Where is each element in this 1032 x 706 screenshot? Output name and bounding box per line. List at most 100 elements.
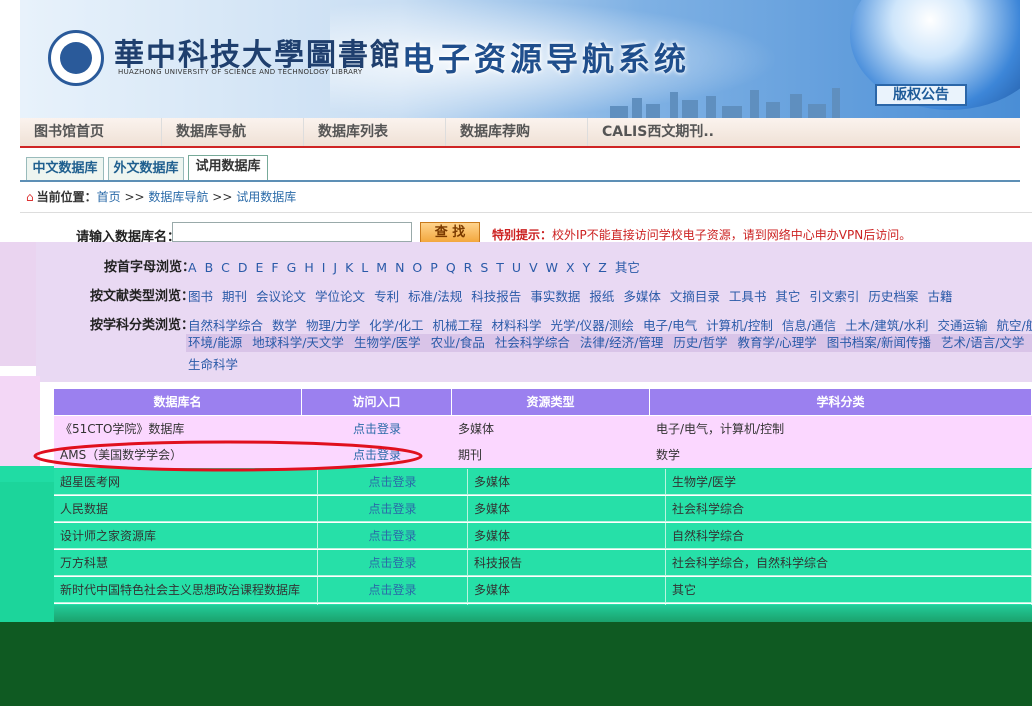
type-link-12[interactable]: 其它	[775, 289, 800, 304]
alpha-link-20[interactable]: U	[512, 260, 521, 275]
type-link-10[interactable]: 文摘目录	[670, 289, 720, 304]
db-name-cell[interactable]: 人民数据	[54, 496, 318, 522]
tab-foreign-databases[interactable]: 外文数据库	[108, 157, 184, 181]
db-name-cell[interactable]: 设计师之家资源库	[54, 523, 318, 549]
db-name-cell[interactable]: 万方科慧	[54, 550, 318, 576]
type-link-11[interactable]: 工具书	[729, 289, 767, 304]
subject-link-2[interactable]: 物理/力学	[306, 318, 360, 333]
resource-type-cell: 多媒体	[468, 469, 666, 495]
left-decoration-green	[0, 482, 54, 622]
subject-link-b-9[interactable]: 艺术/语言/文学	[941, 335, 1024, 350]
subject-links-row3: 生命科学	[188, 354, 247, 373]
alpha-link-4[interactable]: E	[256, 260, 264, 275]
alpha-link-1[interactable]: B	[205, 260, 214, 275]
subject-link-9[interactable]: 信息/通信	[782, 318, 836, 333]
subject-link-3[interactable]: 化学/化工	[369, 318, 423, 333]
alpha-link-19[interactable]: T	[496, 260, 504, 275]
db-name-cell[interactable]: 新时代中国特色社会主义思想政治课程数据库	[54, 577, 318, 603]
alpha-link-21[interactable]: V	[529, 260, 538, 275]
subject-link-7[interactable]: 电子/电气	[643, 318, 697, 333]
subject-cell: 数学	[656, 448, 681, 462]
type-link-3[interactable]: 学位论文	[315, 289, 365, 304]
alpha-link-14[interactable]: O	[412, 260, 422, 275]
access-link[interactable]: 点击登录	[318, 550, 468, 576]
nav-database-recommend[interactable]: 数据库荐购	[446, 118, 588, 146]
type-link-14[interactable]: 历史档案	[868, 289, 918, 304]
subject-link-b-1[interactable]: 地球科学/天文学	[252, 335, 344, 350]
type-link-1[interactable]: 期刊	[222, 289, 247, 304]
subject-link-5[interactable]: 材料科学	[491, 318, 541, 333]
database-search-input[interactable]	[172, 222, 412, 242]
header-banner: 華中科技大學圖書館 HUAZHONG UNIVERSITY OF SCIENCE…	[20, 0, 1020, 118]
nav-library-home[interactable]: 图书馆首页	[20, 118, 162, 146]
type-link-5[interactable]: 标准/法规	[408, 289, 462, 304]
subject-link-b-2[interactable]: 生物学/医学	[354, 335, 421, 350]
breadcrumb-db-nav[interactable]: 数据库导航	[148, 190, 208, 204]
type-link-8[interactable]: 报纸	[589, 289, 614, 304]
alpha-link-2[interactable]: C	[221, 260, 230, 275]
subject-link-b-0[interactable]: 环境/能源	[188, 335, 242, 350]
subject-link-8[interactable]: 计算机/控制	[706, 318, 773, 333]
subject-link-4[interactable]: 机械工程	[432, 318, 482, 333]
type-link-15[interactable]: 古籍	[927, 289, 952, 304]
subject-link-0[interactable]: 自然科学综合	[188, 318, 263, 333]
nav-calis-journals[interactable]: CALIS西文期刊..	[588, 118, 788, 146]
alpha-link-8[interactable]: I	[322, 260, 326, 275]
nav-database-list[interactable]: 数据库列表	[304, 118, 446, 146]
type-link-2[interactable]: 会议论文	[256, 289, 306, 304]
tab-chinese-databases[interactable]: 中文数据库	[26, 157, 104, 181]
type-link-9[interactable]: 多媒体	[623, 289, 661, 304]
alpha-link-7[interactable]: H	[304, 260, 313, 275]
breadcrumb-trial[interactable]: 试用数据库	[236, 190, 296, 204]
alpha-link-12[interactable]: M	[376, 260, 387, 275]
alpha-links: A B C D E F G H I J K L M N O P Q R S T U V W X Y Z 其它	[188, 257, 648, 276]
copyright-notice-button[interactable]: 版权公告	[875, 84, 967, 106]
subject-link-1[interactable]: 数学	[272, 318, 297, 333]
subject-link-b-8[interactable]: 图书档案/新闻传播	[827, 335, 931, 350]
alpha-link-23[interactable]: X	[566, 260, 575, 275]
alpha-link-3[interactable]: D	[238, 260, 248, 275]
alpha-link-15[interactable]: P	[430, 260, 438, 275]
subject-link-b-3[interactable]: 农业/食品	[431, 335, 485, 350]
alpha-link-25[interactable]: Z	[598, 260, 607, 275]
breadcrumb: ⌂ 当前位置：首页 >> 数据库导航 >> 试用数据库	[26, 188, 296, 206]
alpha-link-11[interactable]: L	[361, 260, 368, 275]
subject-link-b-7[interactable]: 教育学/心理学	[738, 335, 817, 350]
subject-link-c-0[interactable]: 生命科学	[188, 357, 238, 372]
search-button[interactable]: 查 找	[420, 222, 480, 244]
subject-link-b-5[interactable]: 法律/经济/管理	[580, 335, 663, 350]
subject-link-b-6[interactable]: 历史/哲学	[673, 335, 727, 350]
type-link-6[interactable]: 科技报告	[471, 289, 521, 304]
table-row: 万方科慧 点击登录 科技报告 社会科学综合，自然科学综合	[54, 550, 1032, 576]
alpha-link-24[interactable]: Y	[583, 260, 591, 275]
type-link-0[interactable]: 图书	[188, 289, 213, 304]
browse-panel: 按首字母浏览： A B C D E F G H I J K L M N O P Q R S T U V W X Y Z 其它 按文献…	[36, 242, 1032, 382]
type-link-13[interactable]: 引文索引	[809, 289, 859, 304]
access-link[interactable]: 点击登录	[318, 577, 468, 603]
nav-database-navigation[interactable]: 数据库导航	[162, 118, 304, 146]
subject-link-b-4[interactable]: 社会科学综合	[495, 335, 570, 350]
alpha-link-9[interactable]: J	[333, 260, 337, 275]
breadcrumb-home[interactable]: 首页	[97, 190, 121, 204]
subject-link-10[interactable]: 土木/建筑/水利	[845, 318, 928, 333]
alpha-link-13[interactable]: N	[395, 260, 404, 275]
subject-link-11[interactable]: 交通运输	[938, 318, 988, 333]
subject-link-6[interactable]: 光学/仪器/测绘	[551, 318, 634, 333]
alpha-link-18[interactable]: S	[480, 260, 488, 275]
access-link[interactable]: 点击登录	[318, 523, 468, 549]
subject-link-12[interactable]: 航空/航天	[997, 318, 1032, 333]
alpha-link-16[interactable]: Q	[446, 260, 456, 275]
alpha-link-5[interactable]: F	[271, 260, 278, 275]
alpha-link-26[interactable]: 其它	[615, 260, 640, 275]
access-link[interactable]: 点击登录	[318, 496, 468, 522]
alpha-link-17[interactable]: R	[464, 260, 473, 275]
type-browse-label: 按文献类型浏览：	[90, 289, 195, 304]
alpha-link-6[interactable]: G	[287, 260, 297, 275]
header-resource-type-cell: 资源类型	[452, 389, 650, 415]
alpha-link-10[interactable]: K	[345, 260, 353, 275]
alpha-link-22[interactable]: W	[546, 260, 558, 275]
type-link-7[interactable]: 事实数据	[530, 289, 580, 304]
type-link-4[interactable]: 专利	[374, 289, 399, 304]
tab-trial-databases[interactable]: 试用数据库	[188, 155, 268, 181]
alpha-link-0[interactable]: A	[188, 260, 197, 275]
